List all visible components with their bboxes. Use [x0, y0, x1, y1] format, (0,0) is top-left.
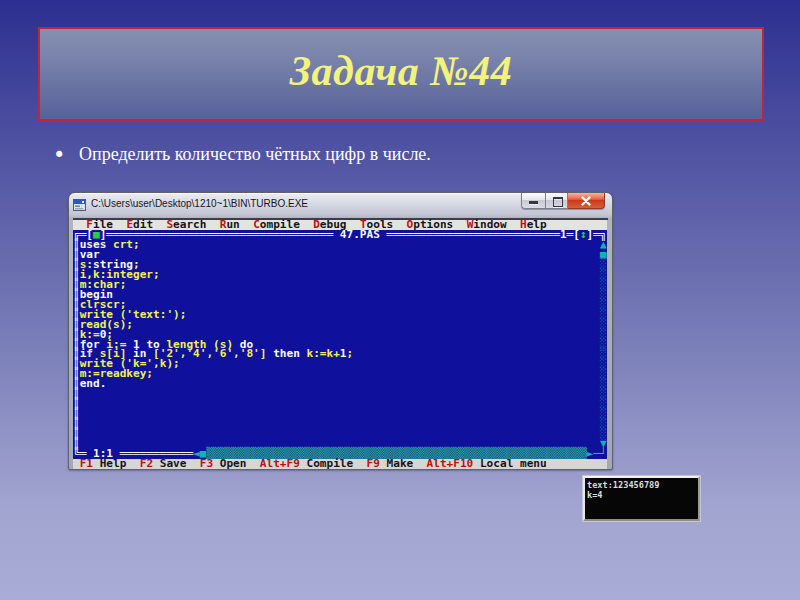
maximize-icon [553, 197, 563, 207]
dos-screen: File Edit Search Run Compile Debug Tools… [73, 220, 607, 469]
minimize-button[interactable] [521, 193, 545, 209]
console-output-window: text:123456789k=4 [583, 476, 700, 521]
close-button[interactable] [568, 193, 605, 209]
turbo-pascal-window: C:\Users\user\Desktop\1210~1\BIN\TURBO.E… [68, 192, 613, 470]
caption-buttons [521, 193, 605, 209]
console-line: text:123456789 [585, 478, 698, 490]
slide-title-box: Задача №44 [38, 27, 764, 121]
window-titlebar[interactable]: C:\Users\user\Desktop\1210~1\BIN\TURBO.E… [69, 193, 612, 218]
status-item-f2[interactable]: F2 Save [140, 457, 187, 470]
slide: Задача №44 •Определить количество чётных… [0, 0, 800, 600]
bullet-line: •Определить количество чётных цифр в чис… [53, 142, 431, 167]
status-item-f1[interactable]: F1 Help [80, 457, 127, 470]
console-line: k=4 [585, 490, 698, 500]
status-item-alt-f9[interactable]: Alt+F9 Compile [260, 457, 353, 470]
minimize-icon [529, 201, 538, 204]
window-title: C:\Users\user\Desktop\1210~1\BIN\TURBO.E… [91, 198, 308, 209]
maximize-button[interactable] [545, 193, 568, 209]
status-item-alt-f10[interactable]: Alt+F10 Local menu [427, 457, 547, 470]
close-icon [581, 196, 591, 206]
bullet-text: Определить количество чётных цифр в числ… [79, 144, 431, 164]
bullet-icon: • [53, 143, 79, 167]
console-app-icon [73, 198, 87, 211]
status-item-f3[interactable]: F3 Open [200, 457, 247, 470]
status-bar: F1 Help F2 Save F3 Open Alt+F9 Compile F… [73, 459, 607, 469]
status-item-f9[interactable]: F9 Make [367, 457, 414, 470]
slide-title: Задача №44 [290, 47, 513, 102]
